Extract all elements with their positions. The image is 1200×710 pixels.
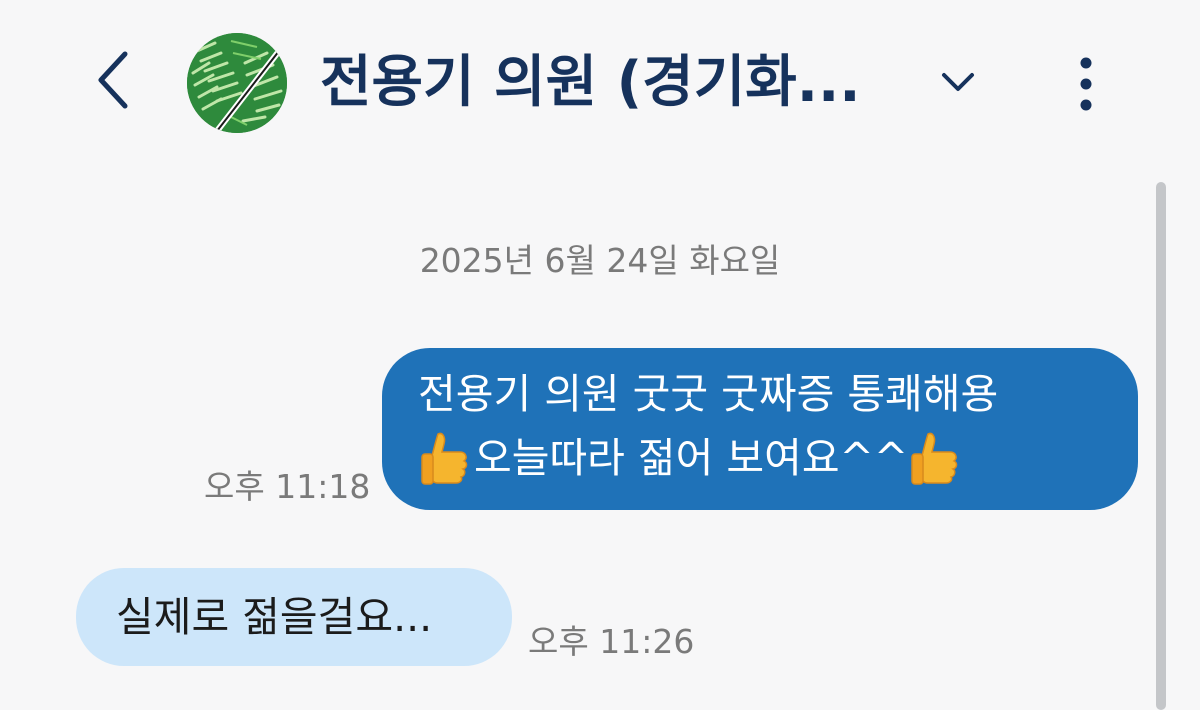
- more-options-button[interactable]: [1058, 48, 1114, 120]
- message-text: 오늘따라 젊어 보여요^^: [474, 434, 909, 482]
- chevron-down-icon: [942, 73, 974, 91]
- message-line: 전용기 의원 굿굿 굿짜증 통쾌해용: [418, 370, 999, 418]
- incoming-message-bubble[interactable]: 실제로 젊을걸요...: [76, 568, 512, 666]
- outgoing-message-bubble[interactable]: 전용기 의원 굿굿 굿짜증 통쾌해용 오늘따라 젊어 보여요^^: [382, 348, 1138, 510]
- thumbs-up-icon: [421, 432, 468, 485]
- chat-title[interactable]: 전용기 의원 (경기화...: [320, 38, 900, 128]
- thumbs-up-icon: [911, 432, 958, 485]
- message-line: 오늘따라 젊어 보여요^^: [418, 426, 1118, 490]
- avatar[interactable]: [187, 33, 287, 133]
- fern-leaf-icon: [187, 33, 287, 133]
- message-timestamp: 오후 11:26: [528, 622, 695, 661]
- date-separator: 2025년 6월 24일 화요일: [419, 241, 781, 280]
- dropdown-button[interactable]: [928, 52, 988, 112]
- back-arrow-icon: [98, 51, 128, 109]
- more-vertical-icon: [1080, 57, 1092, 111]
- chat-screen: 전용기 의원 (경기화... 2025년 6월 24일 화요일 오후 11:18…: [0, 0, 1200, 710]
- message-timestamp: 오후 11:18: [204, 467, 371, 506]
- chat-header: 전용기 의원 (경기화...: [0, 0, 1200, 175]
- back-button[interactable]: [78, 40, 148, 120]
